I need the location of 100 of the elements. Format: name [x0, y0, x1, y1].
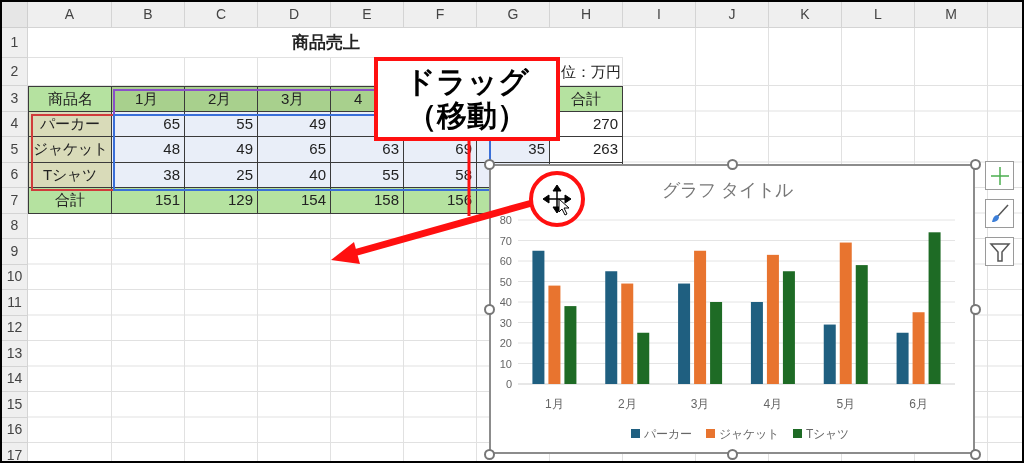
bar[interactable]	[855, 265, 868, 384]
row-header[interactable]: 13	[2, 341, 28, 367]
row-header[interactable]: 1	[2, 28, 28, 58]
row-header[interactable]: 15	[2, 392, 28, 418]
bar[interactable]	[678, 283, 691, 384]
column-heading: 2月	[185, 86, 258, 112]
axis-label: 3月	[690, 397, 710, 411]
column-header[interactable]: C	[185, 2, 258, 28]
row-header[interactable]: 17	[2, 443, 28, 461]
chart-elements-button[interactable]	[985, 161, 1014, 190]
column-header[interactable]: E	[331, 2, 404, 28]
table-cell: ジャケット	[28, 137, 112, 163]
table-cell: 合計	[28, 188, 112, 214]
row-header[interactable]: 6	[2, 162, 28, 188]
row-header[interactable]: 7	[2, 188, 28, 214]
table-cell: 55	[331, 162, 404, 188]
resize-handle[interactable]	[483, 303, 495, 315]
legend-marker	[706, 429, 715, 438]
chart-styles-button[interactable]	[985, 199, 1014, 228]
table-cell: 151	[112, 188, 185, 214]
legend-marker	[793, 429, 802, 438]
column-header[interactable]: G	[477, 2, 550, 28]
legend-label: ジャケット	[719, 427, 779, 441]
column-heading: 3月	[258, 86, 331, 112]
sheet-title: 商品売上	[28, 28, 623, 58]
column-header[interactable]: F	[404, 2, 477, 28]
column-header[interactable]: J	[696, 2, 769, 28]
resize-handle[interactable]	[969, 448, 981, 460]
callout-text: （移動）	[407, 99, 527, 134]
table-cell: 49	[185, 137, 258, 163]
table-cell: Tシャツ	[28, 162, 112, 188]
funnel-icon	[988, 240, 1011, 263]
axis-label: 4月	[763, 397, 783, 411]
table-cell: 63	[331, 137, 404, 163]
column-header[interactable]: L	[842, 2, 915, 28]
axis-label: 80	[499, 214, 512, 226]
column-header[interactable]: I	[623, 2, 696, 28]
bar[interactable]	[710, 302, 723, 384]
bar[interactable]	[694, 250, 707, 384]
bar[interactable]	[605, 271, 618, 384]
row-header[interactable]: 16	[2, 417, 28, 443]
column-header[interactable]: H	[550, 2, 623, 28]
bar[interactable]	[532, 250, 545, 384]
table-cell: 40	[258, 162, 331, 188]
resize-handle[interactable]	[726, 448, 738, 460]
column-heading: 商品名	[28, 86, 112, 112]
bar[interactable]	[928, 232, 941, 384]
table-cell: 263	[550, 137, 623, 163]
row-header[interactable]: 4	[2, 111, 28, 137]
row-header[interactable]: 5	[2, 137, 28, 163]
resize-handle[interactable]	[969, 158, 981, 170]
chart-title[interactable]: グラフ タイトル	[662, 180, 794, 200]
resize-handle[interactable]	[483, 158, 495, 170]
axis-label: 20	[499, 337, 512, 349]
bar[interactable]	[766, 254, 779, 384]
axis-label: 50	[499, 275, 512, 288]
move-cursor-icon	[542, 184, 572, 216]
table-cell: 48	[112, 137, 185, 163]
chart-area[interactable]: グラフ タイトル 0 10 20 30 40 50 60 70 80 1月 2月 3月 4月 5月 6月 パーカー ジャケット Tシャツ	[489, 164, 975, 454]
axis-label: 70	[499, 234, 512, 247]
bar[interactable]	[750, 302, 763, 384]
legend-marker	[631, 429, 640, 438]
axis-label: 1月	[545, 397, 564, 411]
column-header[interactable]: A	[28, 2, 112, 28]
table-cell: 25	[185, 162, 258, 188]
resize-handle[interactable]	[969, 303, 981, 315]
axis-label: 0	[505, 378, 512, 390]
legend-label: Tシャツ	[806, 427, 850, 441]
column-header[interactable]: B	[112, 2, 185, 28]
bar[interactable]	[782, 271, 795, 384]
resize-handle[interactable]	[483, 448, 495, 460]
bar[interactable]	[637, 332, 650, 384]
axis-label: 6月	[909, 397, 928, 411]
row-header[interactable]: 11	[2, 290, 28, 316]
column-header[interactable]: D	[258, 2, 331, 28]
legend-label: パーカー	[644, 427, 692, 441]
unit-label: 位：万円	[560, 61, 622, 82]
axis-label: 2月	[617, 397, 637, 411]
axis-label: 60	[499, 255, 512, 267]
chart-filters-button[interactable]	[985, 237, 1014, 266]
plus-icon	[988, 164, 1011, 187]
resize-handle[interactable]	[726, 158, 738, 170]
row-header[interactable]: 12	[2, 315, 28, 341]
bar[interactable]	[823, 324, 836, 384]
axis-label: 10	[499, 357, 512, 370]
row-header[interactable]: 3	[2, 86, 28, 112]
table-cell: 129	[185, 188, 258, 214]
table-cell: 65	[258, 137, 331, 163]
row-header[interactable]: 10	[2, 264, 28, 290]
row-header[interactable]: 2	[2, 58, 28, 86]
bar[interactable]	[564, 306, 577, 384]
row-header[interactable]: 9	[2, 239, 28, 265]
column-header[interactable]: M	[915, 2, 988, 28]
callout-text: ドラッグ	[405, 64, 529, 99]
row-header[interactable]: 14	[2, 366, 28, 392]
axis-label: 30	[499, 316, 512, 329]
bar[interactable]	[896, 332, 909, 384]
table-cell: 154	[258, 188, 331, 214]
row-header[interactable]: 8	[2, 213, 28, 239]
column-header[interactable]: K	[769, 2, 842, 28]
